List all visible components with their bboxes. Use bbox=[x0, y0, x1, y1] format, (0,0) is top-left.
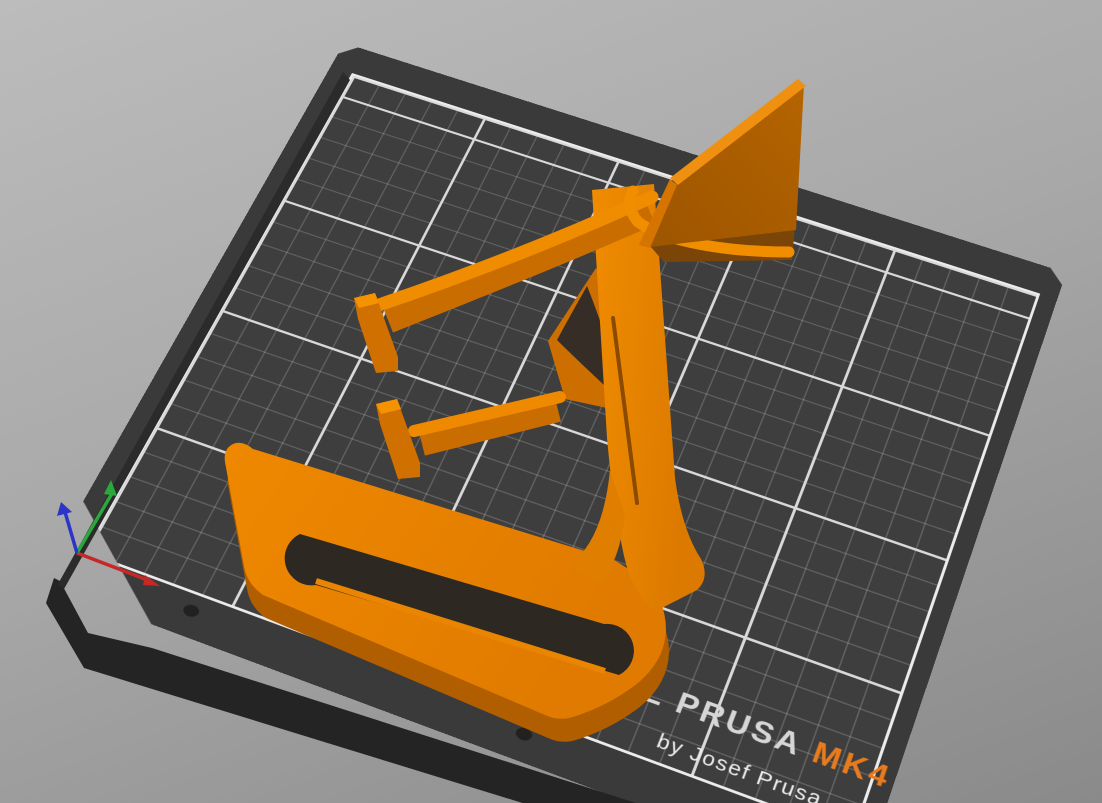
axis-indicator bbox=[57, 480, 160, 586]
y-axis-arrow bbox=[75, 480, 117, 554]
x-axis-arrow bbox=[76, 551, 160, 586]
z-axis-arrow bbox=[57, 502, 79, 554]
viewport-3d[interactable]: ORIGINAL PRUSA MK4 by Josef Prusa bbox=[0, 0, 1102, 803]
